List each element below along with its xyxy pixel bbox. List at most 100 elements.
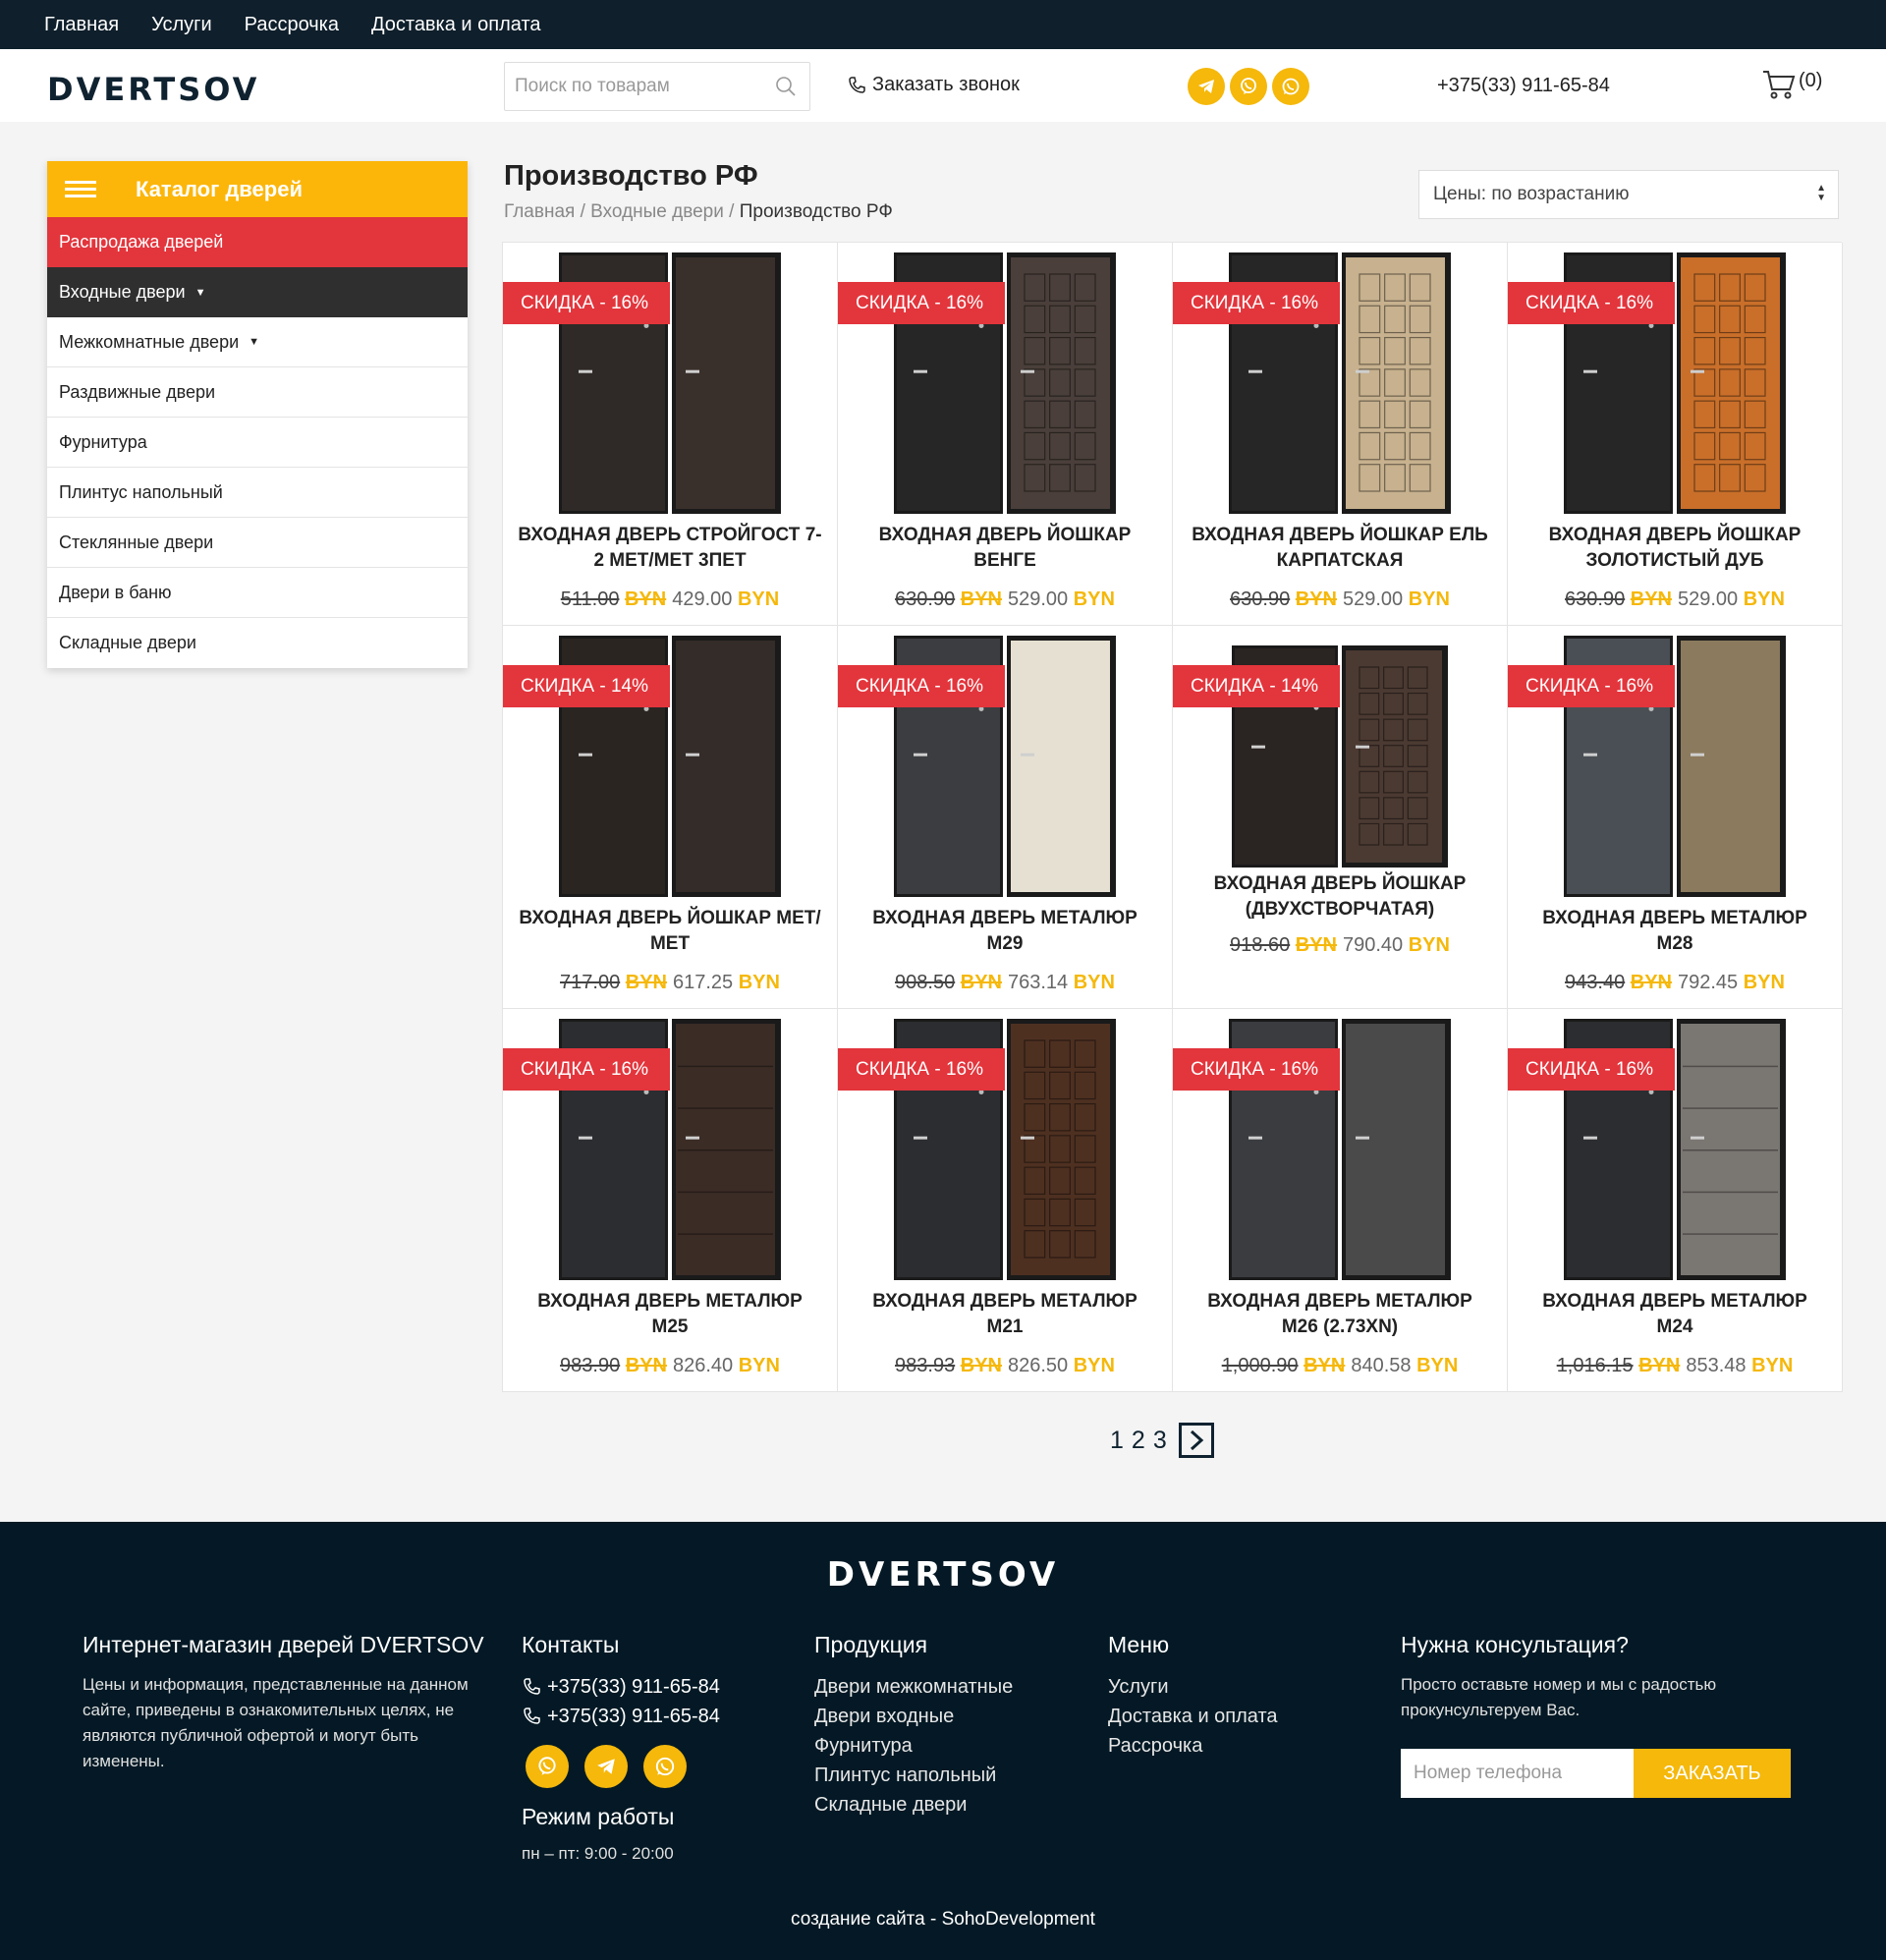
page-link[interactable]: 2 [1132, 1427, 1145, 1455]
footer-menu-title: Меню [1108, 1632, 1170, 1657]
footer-phone[interactable]: +375(33) 911-65-84 [522, 1672, 767, 1702]
discount-badge: СКИДКА - 16% [1173, 282, 1340, 324]
product-card[interactable]: СКИДКА - 16% Входная дверь Металюр М25 983… [503, 1009, 838, 1392]
callback-link[interactable]: Заказать звонок [847, 74, 1020, 96]
footer-logo[interactable]: DVERTSOV [0, 1555, 1886, 1595]
header-phone[interactable]: +375(33) 911-65-84 [1437, 75, 1610, 97]
search-input[interactable] [505, 76, 760, 97]
footer-link[interactable]: Услуги [1108, 1672, 1324, 1702]
footer-link[interactable]: Рассрочка [1108, 1731, 1324, 1761]
footer-products: Продукция Двери межкомнатные Двери входн… [814, 1632, 1070, 1820]
phone-icon [524, 1678, 540, 1695]
product-card[interactable]: СКИДКА - 16% Входная дверь Металюр М28 943… [1508, 626, 1843, 1009]
product-card[interactable]: СКИДКА - 16% Входная дверь Стройгост 7-2 … [503, 243, 838, 626]
catalog-item[interactable]: Фурнитура [47, 418, 468, 468]
viber-icon[interactable] [526, 1745, 569, 1788]
catalog-item-label: Входные двери [59, 282, 186, 302]
footer-phone-number: +375(33) 911-65-84 [547, 1676, 720, 1698]
breadcrumb-parent[interactable]: Входные двери [590, 201, 724, 222]
product-card[interactable]: СКИДКА - 16% Входная дверь Металюр М24 1,0… [1508, 1009, 1843, 1392]
sort-arrows-icon: ▲ ▼ [1816, 183, 1826, 203]
footer-link[interactable]: Двери межкомнатные [814, 1672, 1070, 1702]
footer-link[interactable]: Фурнитура [814, 1731, 1070, 1761]
product-card[interactable]: СКИДКА - 14% Входная дверь Йошкар Мет/Мет… [503, 626, 838, 1009]
product-card[interactable]: СКИДКА - 16% Входная дверь Йошкар Золотис… [1508, 243, 1843, 626]
next-page-button[interactable] [1178, 1423, 1214, 1458]
product-price: 717.00 BYN 617.25 BYN [503, 972, 837, 994]
footer-about-text: Цены и информация, представленные на дан… [83, 1675, 469, 1770]
discount-badge: СКИДКА - 16% [838, 282, 1005, 324]
new-price: 826.50 [1008, 1355, 1069, 1376]
site-logo[interactable]: DVERTSOV [47, 71, 259, 108]
product-name[interactable]: Входная дверь Йошкар Венге [853, 523, 1157, 574]
catalog-item[interactable]: Раздвижные двери [47, 367, 468, 418]
old-price-currency: BYN [625, 588, 667, 610]
catalog-item[interactable]: Межкомнатные двери ▼ [47, 317, 468, 367]
site-credits[interactable]: создание сайта - SohoDevelopment [0, 1909, 1886, 1931]
discount-badge: СКИДКА - 16% [838, 665, 1005, 707]
product-card[interactable]: СКИДКА - 16% Входная дверь Металюр М21 983… [838, 1009, 1173, 1392]
product-price: 908.50 BYN 763.14 BYN [838, 972, 1172, 994]
nav-services[interactable]: Услуги [151, 14, 212, 36]
product-name[interactable]: Входная дверь Металюр М29 [853, 906, 1157, 957]
footer-phone[interactable]: +375(33) 911-65-84 [522, 1702, 767, 1731]
product-name[interactable]: Входная дверь Металюр М25 [518, 1289, 822, 1340]
caret-down-icon: ▼ [249, 336, 260, 348]
product-name[interactable]: Входная дверь Йошкар Мет/Мет [518, 906, 822, 957]
product-card[interactable]: СКИДКА - 16% Входная дверь Йошкар Венге 63… [838, 243, 1173, 626]
product-name[interactable]: Входная дверь Йошкар (двухстворчатая) [1188, 871, 1492, 923]
product-card[interactable]: СКИДКА - 14% Входная дверь Йошкар (двухст… [1173, 626, 1508, 1009]
nav-home[interactable]: Главная [44, 14, 119, 36]
phone-icon [849, 76, 865, 93]
footer-menu: Меню Услуги Доставка и оплата Рассрочка [1108, 1632, 1324, 1761]
old-price: 1,016.15 [1556, 1355, 1634, 1376]
catalog-list: Распродажа дверей Входные двери ▼ Межкомнат… [47, 217, 468, 668]
product-card[interactable]: СКИДКА - 16% Входная дверь Йошкар Ель кар… [1173, 243, 1508, 626]
old-price: 511.00 [560, 588, 620, 610]
nav-delivery[interactable]: Доставка и оплата [371, 14, 541, 36]
catalog-item[interactable]: Плинтус напольный [47, 468, 468, 518]
product-name[interactable]: Входная дверь Металюр М21 [853, 1289, 1157, 1340]
product-name[interactable]: Входная дверь Металюр М28 [1523, 906, 1827, 957]
footer-phone-number: +375(33) 911-65-84 [547, 1706, 720, 1727]
product-name[interactable]: Входная дверь Металюр М24 [1523, 1289, 1827, 1340]
catalog-header[interactable]: Каталог дверей [47, 161, 468, 217]
site-header: DVERTSOV Заказать звонок +375(33) 911-65… [0, 49, 1886, 122]
product-card[interactable]: СКИДКА - 16% Входная дверь Металюр М29 908… [838, 626, 1173, 1009]
whatsapp-icon[interactable] [1272, 68, 1309, 105]
whatsapp-icon[interactable] [643, 1745, 687, 1788]
footer-contacts: Контакты +375(33) 911-65-84 +375(33) 911… [522, 1632, 767, 1864]
telegram-icon[interactable] [584, 1745, 628, 1788]
breadcrumb-home[interactable]: Главная [504, 201, 575, 222]
footer-link[interactable]: Двери входные [814, 1702, 1070, 1731]
product-price: 983.93 BYN 826.50 BYN [838, 1355, 1172, 1377]
catalog-item-label: Стеклянные двери [59, 532, 214, 552]
catalog-item[interactable]: Входные двери ▼ [47, 267, 468, 317]
product-name[interactable]: Входная дверь Йошкар Золотистый дуб [1523, 523, 1827, 574]
footer-link[interactable]: Складные двери [814, 1790, 1070, 1820]
footer-link[interactable]: Доставка и оплата [1108, 1702, 1324, 1731]
page-link[interactable]: 1 [1110, 1427, 1124, 1455]
product-card[interactable]: СКИДКА - 16% Входная дверь Металюр М26 (2… [1173, 1009, 1508, 1392]
sort-select[interactable]: Цены: по возрастанию ▲ ▼ [1418, 170, 1839, 219]
order-button[interactable]: Заказать [1634, 1749, 1791, 1798]
viber-icon[interactable] [1230, 68, 1267, 105]
discount-badge: СКИДКА - 16% [1508, 1048, 1675, 1091]
discount-badge: СКИДКА - 14% [1173, 665, 1340, 707]
nav-installment[interactable]: Рассрочка [245, 14, 339, 36]
product-name[interactable]: Входная дверь Йошкар Ель карпатская [1188, 523, 1492, 574]
catalog-item[interactable]: Двери в баню [47, 568, 468, 618]
cart-button[interactable]: (0) [1761, 69, 1822, 100]
footer-link[interactable]: Плинтус напольный [814, 1761, 1070, 1790]
product-price: 630.90 BYN 529.00 BYN [838, 588, 1172, 611]
search-icon[interactable] [774, 75, 798, 98]
catalog-item[interactable]: Стеклянные двери [47, 518, 468, 568]
product-name[interactable]: Входная дверь Стройгост 7-2 Мет/Мет 3пет [518, 523, 822, 574]
telegram-icon[interactable] [1188, 68, 1225, 105]
page-link[interactable]: 3 [1153, 1427, 1167, 1455]
product-name[interactable]: Входная дверь Металюр М26 (2.73XN) [1188, 1289, 1492, 1340]
catalog-item[interactable]: Распродажа дверей [47, 217, 468, 267]
phone-input[interactable] [1401, 1749, 1634, 1798]
catalog-item[interactable]: Складные двери [47, 618, 468, 668]
new-price-currency: BYN [737, 588, 780, 610]
